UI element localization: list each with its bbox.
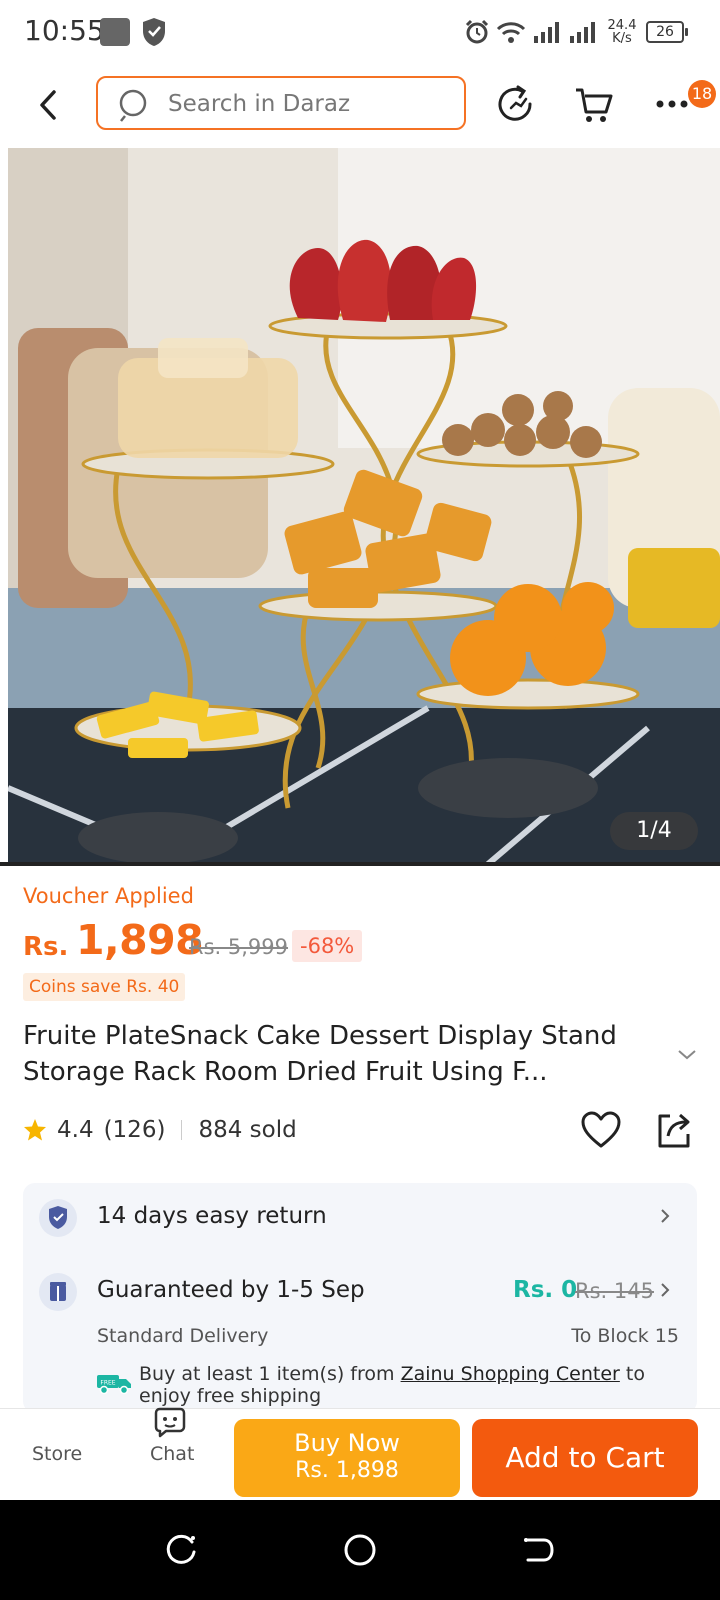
delivery-icon — [39, 1273, 77, 1311]
heart-icon[interactable] — [580, 1110, 622, 1150]
add-to-cart-button[interactable]: Add to Cart — [472, 1419, 698, 1497]
store-label: Store — [32, 1443, 83, 1465]
original-price: Rs. 5,999 — [189, 935, 289, 959]
coins-badge: Coins save Rs. 40 — [23, 973, 186, 1001]
price-currency: Rs. — [23, 932, 69, 962]
rating-count: (126) — [103, 1117, 166, 1143]
search-input[interactable]: Search in Daraz — [96, 76, 466, 130]
delivery-fee-original: Rs. 145 — [575, 1279, 654, 1303]
alarm-icon — [465, 19, 489, 44]
rating-row[interactable]: 4.4 (126) 884 sold — [23, 1112, 297, 1148]
shield-icon — [143, 18, 165, 46]
package-icon — [50, 1282, 66, 1301]
battery-icon: 26 — [646, 21, 688, 43]
notification-badge: 18 — [688, 80, 716, 108]
delivery-fee: Rs. 0 — [513, 1277, 578, 1303]
notification-icon — [100, 18, 130, 46]
shop-link[interactable]: Zainu Shopping Center — [401, 1363, 620, 1385]
refresh-icon[interactable] — [496, 84, 538, 126]
bottom-action-bar: Store Chat Buy Now Rs. 1,898 Add to Cart — [0, 1407, 720, 1501]
return-policy-icon — [39, 1199, 77, 1237]
free-shipping-note: Buy at least 1 item(s) from Zainu Shoppi… — [139, 1363, 679, 1407]
network-speed: 24.4 K/s — [607, 18, 637, 46]
buy-now-label: Buy Now — [294, 1429, 400, 1457]
star-icon — [24, 1119, 46, 1141]
product-photo — [8, 148, 720, 864]
free-truck-icon: FREE — [97, 1375, 131, 1395]
top-navigation: Search in Daraz — [0, 64, 720, 146]
back-nav-icon[interactable] — [520, 1532, 556, 1568]
chat-label: Chat — [150, 1443, 195, 1465]
service-info-card: 14 days easy return Guaranteed by 1-5 Se… — [23, 1183, 697, 1413]
delivery-destination[interactable]: To Block 15 — [571, 1325, 679, 1347]
status-right: 24.4 K/s 26 — [464, 14, 688, 50]
discount-badge: -68% — [292, 930, 363, 962]
home-icon[interactable] — [342, 1532, 378, 1568]
share-icon[interactable] — [654, 1110, 694, 1150]
signal-icon-2 — [570, 22, 595, 43]
search-placeholder: Search in Daraz — [168, 91, 351, 117]
free-badge-text: FREE — [100, 1380, 115, 1387]
store-button[interactable]: Store — [20, 1409, 92, 1493]
chevron-right-icon[interactable] — [659, 1207, 671, 1225]
return-policy-label[interactable]: 14 days easy return — [97, 1203, 327, 1229]
sold-count: 884 sold — [198, 1117, 297, 1143]
chat-icon — [154, 1407, 186, 1438]
cart-icon[interactable] — [574, 84, 616, 126]
chat-button[interactable]: Chat — [138, 1407, 210, 1493]
shield-check-icon — [49, 1206, 67, 1229]
product-image[interactable] — [8, 148, 720, 864]
signal-icon — [534, 22, 559, 43]
divider — [0, 862, 720, 866]
buy-now-button[interactable]: Buy Now Rs. 1,898 — [234, 1419, 460, 1497]
buy-now-price: Rs. 1,898 — [295, 1458, 399, 1483]
delivery-type: Standard Delivery — [97, 1325, 269, 1347]
rating-value: 4.4 — [57, 1117, 94, 1143]
system-navigation-bar — [0, 1500, 720, 1600]
separator — [181, 1120, 183, 1140]
chevron-right-icon[interactable] — [659, 1281, 671, 1299]
status-time: 10:55 — [24, 14, 105, 47]
image-counter: 1/4 — [610, 812, 698, 850]
free-shipping-prefix: Buy at least 1 item(s) from — [139, 1363, 401, 1385]
wifi-icon — [496, 22, 526, 43]
chevron-down-icon[interactable] — [676, 1048, 698, 1062]
delivery-guarantee-label[interactable]: Guaranteed by 1-5 Sep — [97, 1277, 365, 1303]
recent-apps-icon[interactable] — [164, 1532, 200, 1568]
search-icon — [119, 89, 147, 122]
product-title: Fruite PlateSnack Cake Dessert Display S… — [23, 1021, 617, 1087]
voucher-applied-label: Voucher Applied — [23, 884, 194, 908]
status-bar: 10:55 24.4 K/s 26 — [0, 0, 720, 64]
back-icon[interactable] — [28, 82, 68, 128]
price-value: 1,898 — [76, 916, 204, 964]
